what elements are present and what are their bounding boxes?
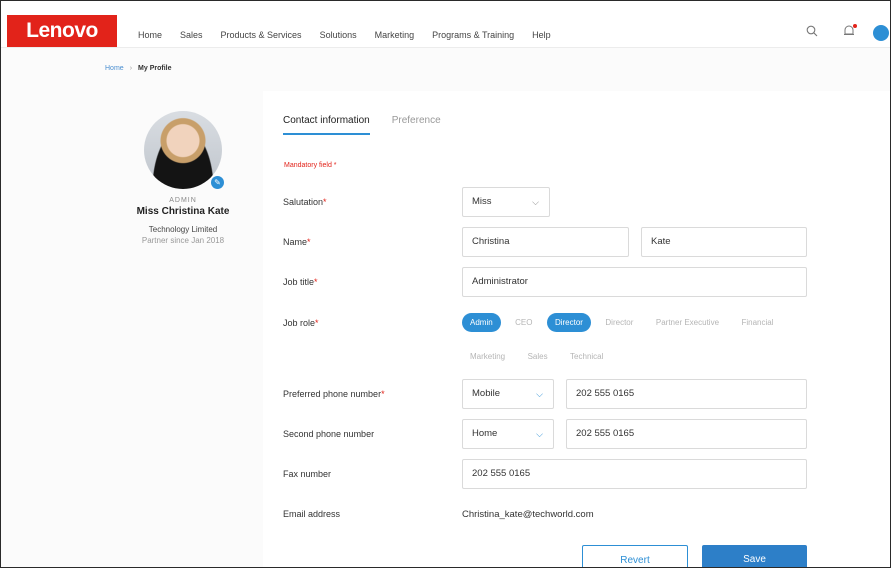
breadcrumb-home[interactable]: Home (105, 65, 124, 72)
preferred-phone-input[interactable]: 202 555 0165 (566, 379, 807, 409)
profile-role: ADMIN (169, 197, 197, 204)
profile-form-card: Contact information Preference Mandatory… (263, 91, 890, 567)
nav-products-services[interactable]: Products & Services (221, 30, 302, 40)
second-phone-label: Second phone number (283, 429, 375, 439)
second-phone-input[interactable]: 202 555 0165 (566, 419, 807, 449)
tab-preference[interactable]: Preference (392, 115, 441, 135)
email-value: Christina_kate@techworld.com (462, 509, 594, 520)
salutation-label: Salutation* (283, 197, 327, 207)
chip-marketing[interactable]: Marketing (462, 347, 513, 366)
nav-marketing[interactable]: Marketing (375, 30, 415, 40)
preferred-phone-type-select[interactable]: Mobile ⌵ (462, 379, 554, 409)
chip-ceo[interactable]: CEO (507, 313, 540, 332)
first-name-input[interactable]: Christina (462, 227, 629, 257)
job-role-label: Job role* (283, 318, 319, 328)
chevron-right-icon: › (129, 65, 133, 72)
top-navigation-bar: Lenovo Home Sales Products & Services So… (1, 1, 890, 48)
chip-director[interactable]: Director (546, 313, 591, 332)
nav-home[interactable]: Home (138, 30, 162, 40)
pencil-icon[interactable]: ✎ (211, 176, 224, 189)
profile-photo: ✎ (144, 111, 224, 189)
nav-programs-training[interactable]: Programs & Training (432, 30, 514, 40)
chip-technical[interactable]: Technical (562, 347, 611, 366)
job-title-label: Job title* (283, 277, 318, 287)
chevron-down-icon: ⌵ (536, 389, 543, 399)
breadcrumb-current: My Profile (138, 65, 172, 72)
profile-summary: ✎ ADMIN Miss Christina Kate Technology L… (131, 111, 235, 245)
main-nav: Home Sales Products & Services Solutions… (138, 30, 569, 40)
notification-dot (853, 24, 857, 28)
job-role-chips: Admin CEO Director Director Partner Exec… (462, 312, 807, 380)
chevron-down-icon: ⌵ (536, 429, 543, 439)
job-title-input[interactable]: Administrator (462, 267, 807, 297)
chip-sales[interactable]: Sales (520, 347, 556, 366)
save-button[interactable]: Save (702, 545, 807, 567)
partner-since: Partner since Jan 2018 (141, 236, 225, 245)
chevron-down-icon: ⌵ (532, 197, 539, 207)
tab-contact-information[interactable]: Contact information (283, 115, 370, 135)
nav-solutions[interactable]: Solutions (320, 30, 357, 40)
chip-director-2[interactable]: Director (597, 313, 641, 332)
name-label: Name* (283, 237, 311, 247)
tab-bar: Contact information Preference (283, 115, 441, 135)
revert-button[interactable]: Revert (582, 545, 688, 567)
mandatory-note: Mandatory field * (284, 162, 337, 169)
search-icon[interactable] (806, 25, 818, 37)
second-phone-type-select[interactable]: Home ⌵ (462, 419, 554, 449)
nav-sales[interactable]: Sales (180, 30, 203, 40)
chip-partner-executive[interactable]: Partner Executive (648, 313, 727, 332)
email-label: Email address (283, 509, 341, 519)
chip-financial[interactable]: Financial (733, 313, 781, 332)
breadcrumb: Home › My Profile (105, 65, 171, 72)
preferred-phone-label: Preferred phone number* (283, 389, 385, 399)
nav-help[interactable]: Help (532, 30, 551, 40)
user-avatar[interactable] (873, 25, 889, 41)
last-name-input[interactable]: Kate (641, 227, 807, 257)
fax-label: Fax number (283, 469, 332, 479)
fax-input[interactable]: 202 555 0165 (462, 459, 807, 489)
profile-name: Miss Christina Kate (136, 206, 230, 217)
profile-company: Technology Limited (148, 225, 218, 234)
chip-admin[interactable]: Admin (462, 313, 501, 332)
app-frame: Lenovo Home Sales Products & Services So… (0, 0, 891, 568)
salutation-select[interactable]: Miss ⌵ (462, 187, 550, 217)
lenovo-logo[interactable]: Lenovo (7, 15, 117, 47)
